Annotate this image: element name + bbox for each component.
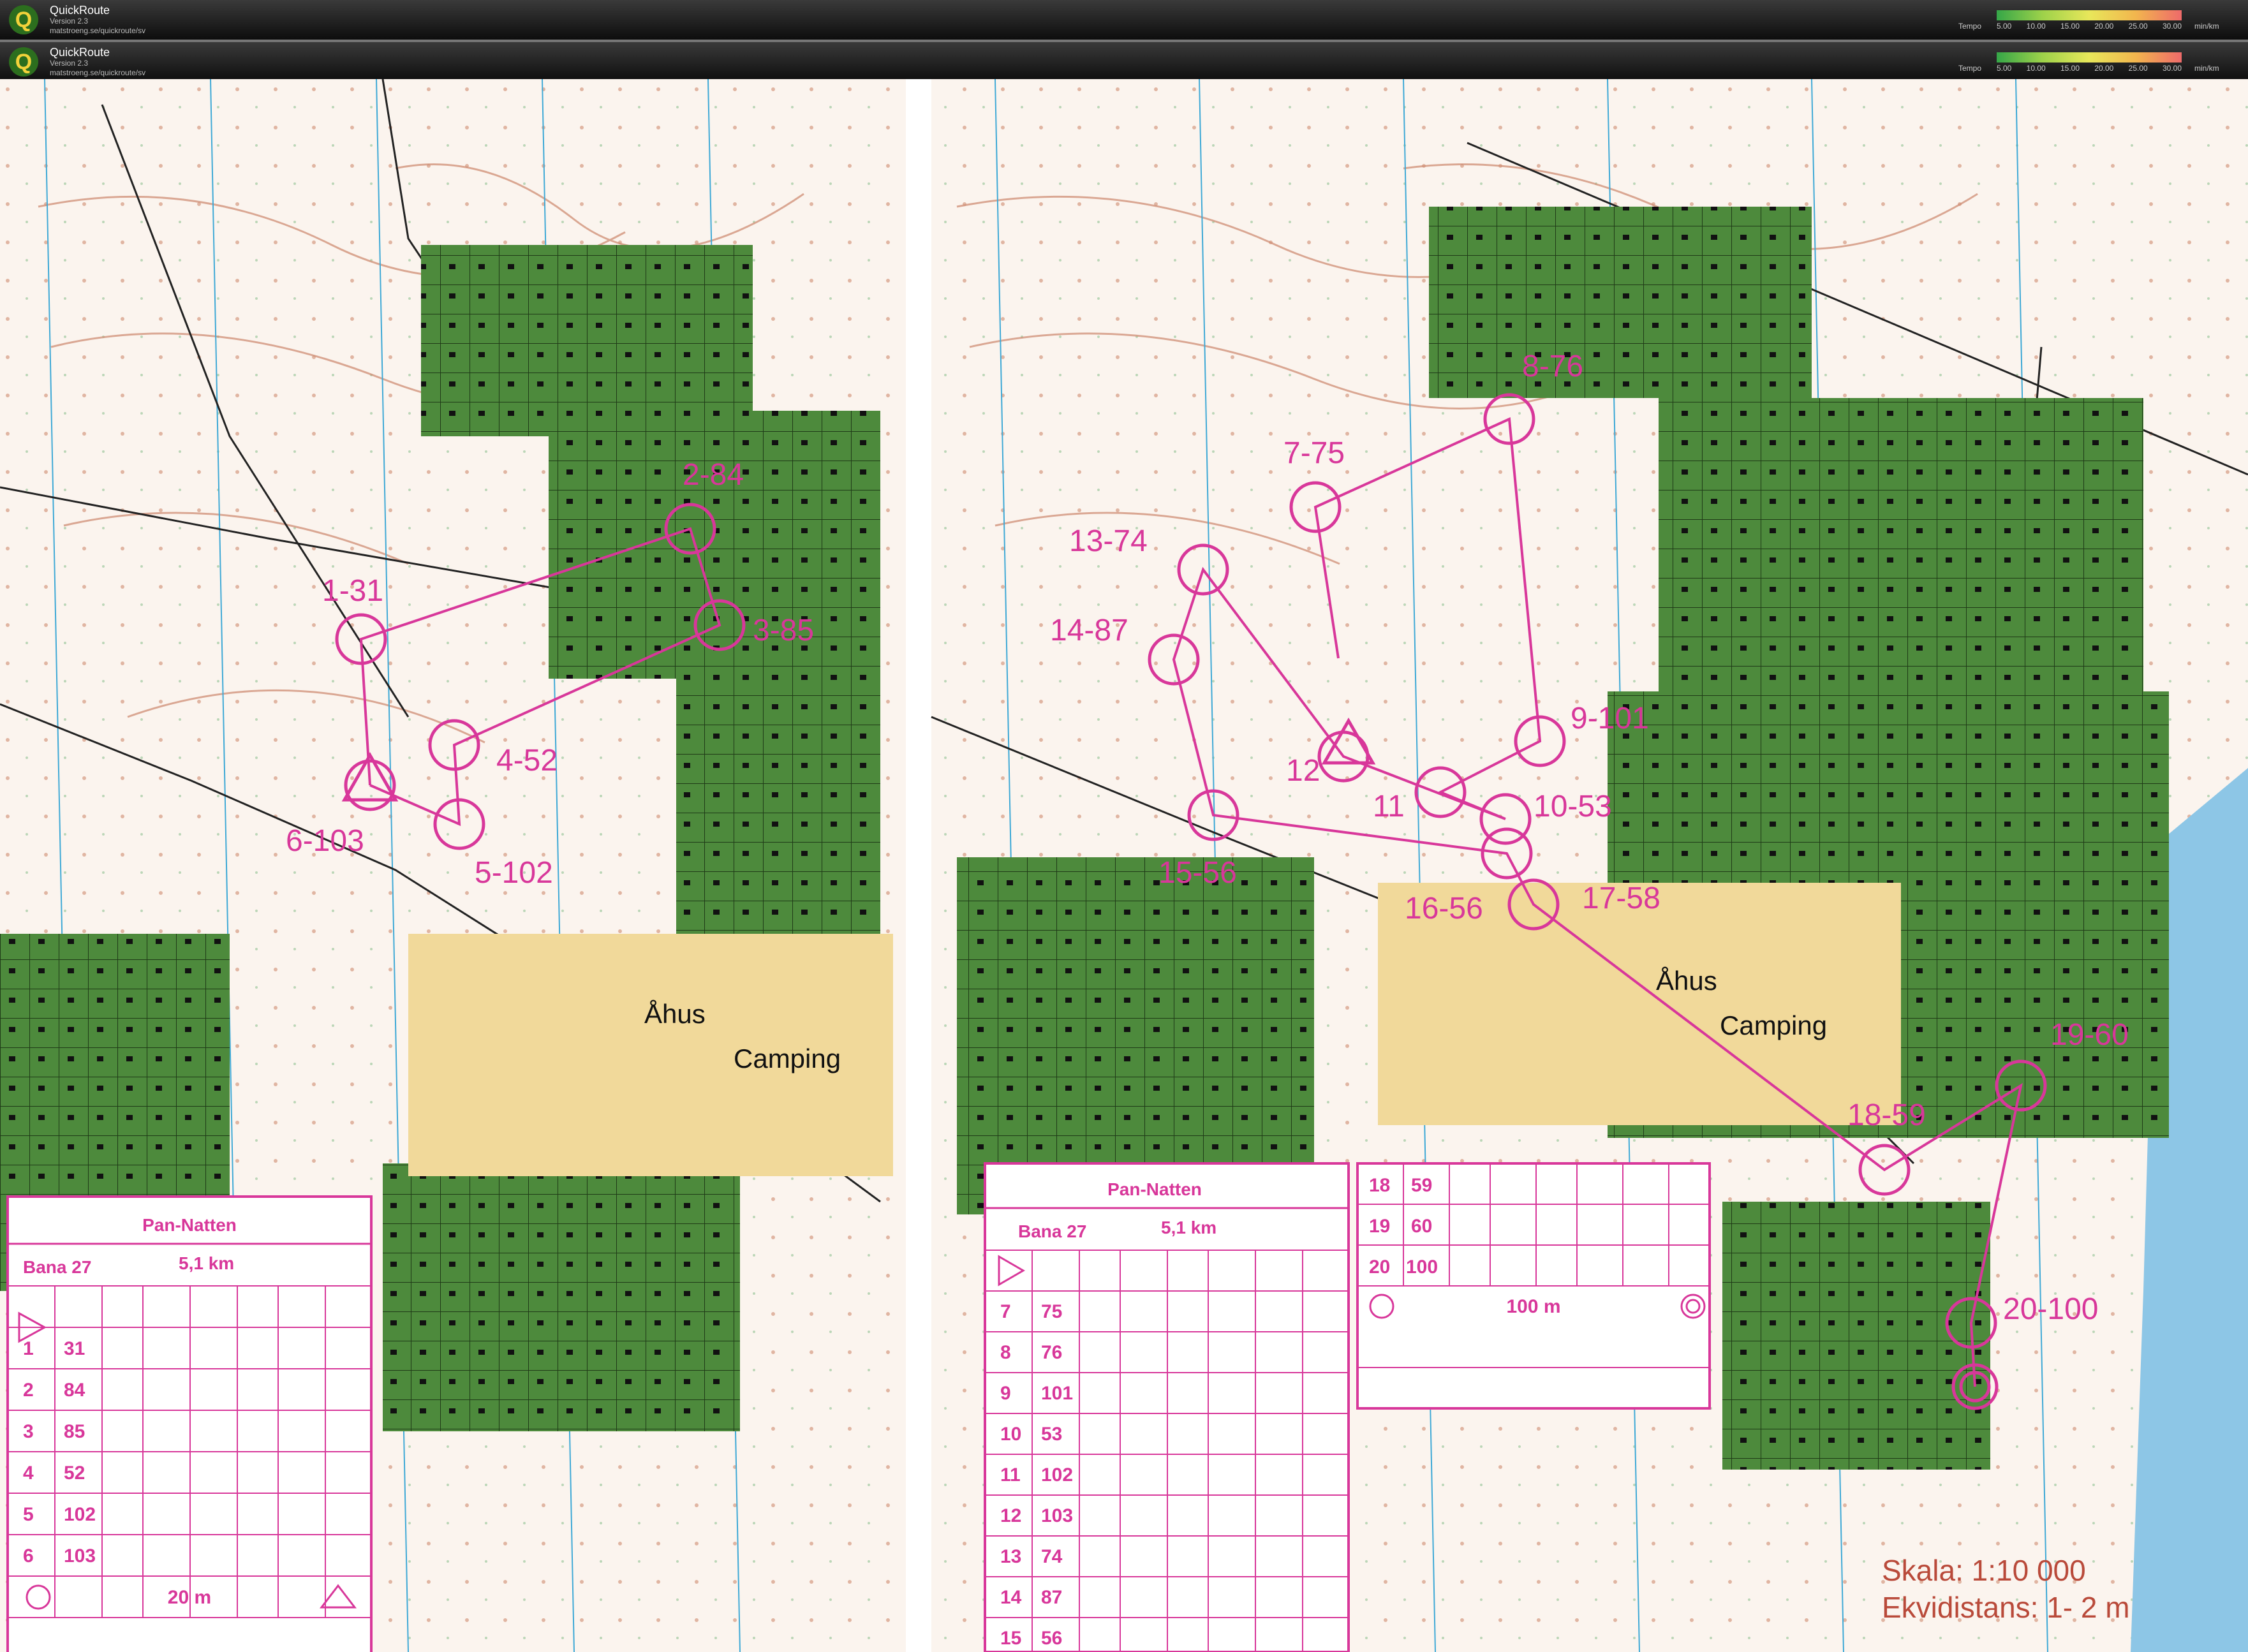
card-row-number: 6 bbox=[23, 1545, 34, 1567]
tempo-label: Tempo bbox=[1958, 64, 1982, 73]
control-card-right: Pan-Natten Bana 27 5,1 km 7 75 8 76 9 10… bbox=[984, 1162, 1350, 1652]
card-course: Bana 27 bbox=[23, 1257, 91, 1277]
app-version: Version 2.3 bbox=[50, 59, 89, 68]
card-row-number: 3 bbox=[23, 1421, 34, 1442]
card-event: Pan-Natten bbox=[1107, 1179, 1202, 1199]
control-label: 5-102 bbox=[475, 856, 553, 890]
control-label: 7-75 bbox=[1283, 436, 1345, 470]
place-name: Åhus bbox=[644, 999, 706, 1029]
card-row-code: 87 bbox=[1041, 1587, 1062, 1608]
control-label: 17-58 bbox=[1582, 881, 1660, 915]
app-name: QuickRoute bbox=[50, 4, 110, 17]
right-map: Åhus Camping 7-75 8-76 9-101 10-53 11 12… bbox=[931, 79, 2248, 1652]
card-row-number: 9 bbox=[1000, 1383, 1011, 1404]
control-label: 15-56 bbox=[1158, 856, 1237, 890]
control-label: 4-52 bbox=[496, 744, 558, 778]
card-row-code: 76 bbox=[1041, 1342, 1062, 1363]
control-label: 19-60 bbox=[2050, 1018, 2129, 1052]
control-label: 13-74 bbox=[1069, 524, 1148, 558]
tempo-scale bbox=[1997, 10, 2182, 20]
card-row-code: 101 bbox=[1041, 1383, 1073, 1404]
sheet-gap bbox=[906, 79, 931, 1652]
control-label: 16-56 bbox=[1405, 892, 1483, 926]
card-row-number: 13 bbox=[1000, 1546, 1021, 1567]
place-name: Camping bbox=[1720, 1010, 1827, 1040]
card-row-number: 12 bbox=[1000, 1505, 1021, 1526]
control-label: 10-53 bbox=[1534, 790, 1612, 823]
tempo-unit: min/km bbox=[2194, 22, 2219, 31]
control-card-left: Pan-Natten Bana 27 5,1 km 1 31 2 84 3 85… bbox=[6, 1195, 373, 1652]
card-row-number: 10 bbox=[1000, 1424, 1021, 1445]
place-name: Åhus bbox=[1656, 966, 1717, 996]
left-map: Åhus Camping 1-31 2-84 3-85 4-52 5-102 6… bbox=[0, 79, 906, 1652]
control-label: 20-100 bbox=[2003, 1292, 2098, 1326]
titlebar-1: Q QuickRoute Version 2.3 matstroeng.se/q… bbox=[0, 0, 2248, 40]
card-length: 5,1 km bbox=[1161, 1218, 1216, 1237]
control-label: 18-59 bbox=[1847, 1098, 1926, 1132]
card-row-code: 74 bbox=[1041, 1546, 1063, 1567]
card-row-number: 7 bbox=[1000, 1301, 1011, 1322]
card-row-number: 2 bbox=[23, 1380, 34, 1401]
quickroute-logo-icon: Q bbox=[9, 5, 38, 34]
app-url[interactable]: matstroeng.se/quickroute/sv bbox=[50, 68, 145, 77]
card-finish-distance: 100 m bbox=[1506, 1296, 1560, 1317]
card-row-number: 1 bbox=[23, 1338, 34, 1359]
control-label: 3-85 bbox=[753, 614, 814, 647]
card-row-number: 4 bbox=[23, 1463, 34, 1484]
card-row-code: 84 bbox=[64, 1380, 85, 1401]
tempo-unit: min/km bbox=[2194, 64, 2219, 73]
card-length: 5,1 km bbox=[179, 1253, 234, 1273]
tempo-ticks: 5.00 10.00 15.00 20.00 25.00 30.00 bbox=[1997, 64, 2182, 73]
app-name: QuickRoute bbox=[50, 46, 110, 59]
card-event: Pan-Natten bbox=[142, 1215, 237, 1235]
control-label: 12 bbox=[1286, 754, 1320, 788]
card-row-code: 103 bbox=[1041, 1505, 1073, 1526]
control-label: 8-76 bbox=[1522, 350, 1583, 383]
card-row-number: 18 bbox=[1369, 1175, 1390, 1196]
control-label: 11 bbox=[1373, 790, 1405, 823]
map-scale: Skala: 1:10 000 bbox=[1882, 1554, 2086, 1587]
card-row-number: 5 bbox=[23, 1504, 34, 1525]
card-row-code: 60 bbox=[1411, 1216, 1432, 1237]
tempo-scale bbox=[1997, 52, 2182, 63]
card-row-code: 103 bbox=[64, 1545, 96, 1567]
control-label: 14-87 bbox=[1050, 614, 1128, 647]
card-row-code: 31 bbox=[64, 1338, 85, 1359]
card-row-code: 59 bbox=[1411, 1175, 1432, 1196]
card-row-code: 53 bbox=[1041, 1424, 1062, 1445]
contour-interval: Ekvidistans: 1- 2 m bbox=[1882, 1591, 2130, 1624]
card-course: Bana 27 bbox=[1018, 1221, 1086, 1241]
map-canvas[interactable]: Åhus Camping 1-31 2-84 3-85 4-52 5-102 6… bbox=[0, 79, 2248, 1652]
card-row-number: 8 bbox=[1000, 1342, 1011, 1363]
tempo-label: Tempo bbox=[1958, 22, 1982, 31]
card-row-code: 100 bbox=[1406, 1257, 1438, 1278]
place-name: Camping bbox=[734, 1044, 841, 1073]
card-row-number: 14 bbox=[1000, 1587, 1022, 1608]
card-row-number: 15 bbox=[1000, 1628, 1021, 1649]
quickroute-logo-icon: Q bbox=[9, 47, 38, 77]
control-card-end: 18 59 19 60 20 100 100 m bbox=[1356, 1162, 1711, 1410]
card-row-number: 20 bbox=[1369, 1257, 1390, 1278]
card-row-code: 56 bbox=[1041, 1628, 1062, 1649]
card-row-code: 102 bbox=[1041, 1464, 1073, 1486]
tempo-ticks: 5.00 10.00 15.00 20.00 25.00 30.00 bbox=[1997, 22, 2182, 31]
card-row-code: 52 bbox=[64, 1463, 85, 1484]
control-label: 2-84 bbox=[683, 458, 744, 492]
card-row-code: 102 bbox=[64, 1504, 96, 1525]
app-version: Version 2.3 bbox=[50, 17, 89, 26]
control-label: 9-101 bbox=[1571, 702, 1649, 735]
control-label: 1-31 bbox=[322, 574, 383, 608]
card-finish-distance: 20 m bbox=[168, 1587, 211, 1608]
card-row-number: 19 bbox=[1369, 1216, 1390, 1237]
card-row-code: 75 bbox=[1041, 1301, 1062, 1322]
card-row-code: 85 bbox=[64, 1421, 85, 1442]
control-label: 6-103 bbox=[286, 824, 364, 858]
card-row-number: 11 bbox=[1000, 1464, 1021, 1486]
titlebar-2: Q QuickRoute Version 2.3 matstroeng.se/q… bbox=[0, 42, 2248, 82]
app-url[interactable]: matstroeng.se/quickroute/sv bbox=[50, 26, 145, 35]
